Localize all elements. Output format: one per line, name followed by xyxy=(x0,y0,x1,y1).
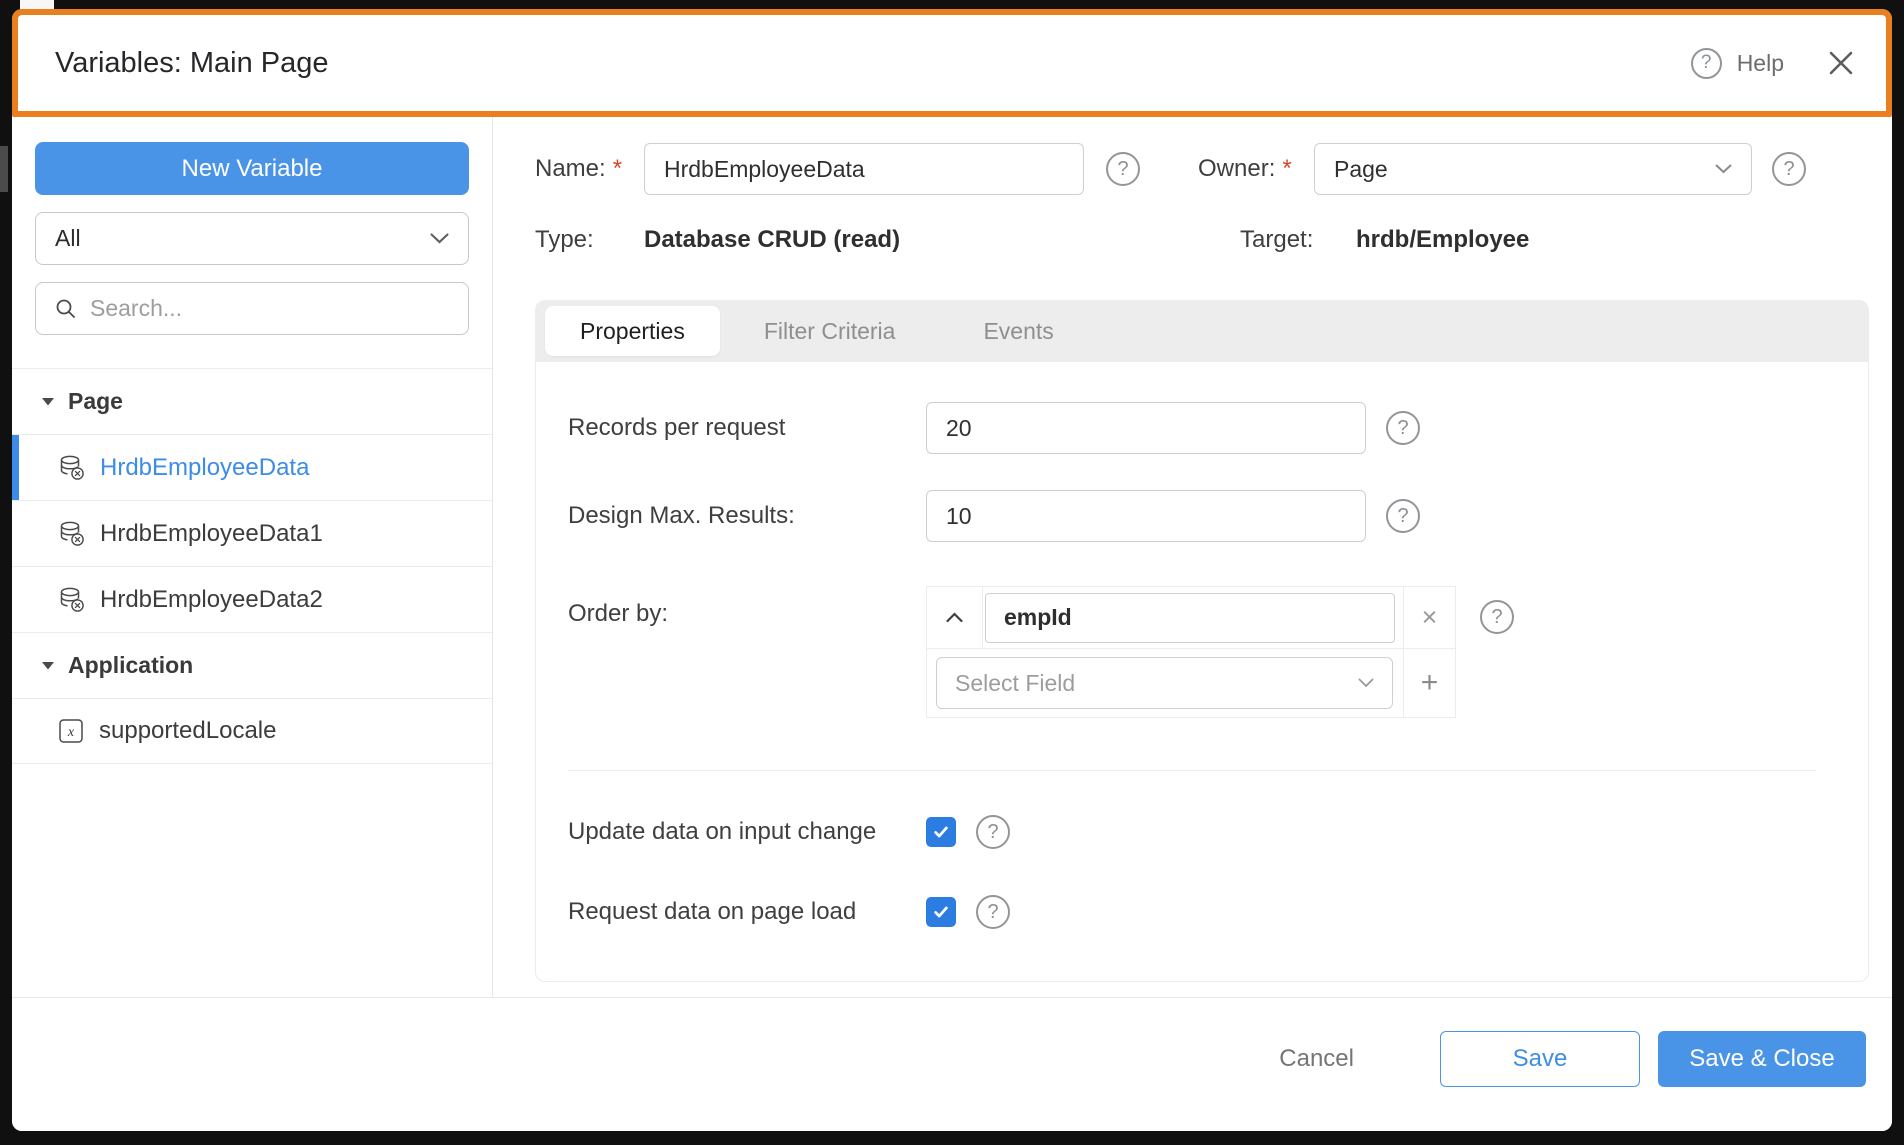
update-data-checkbox[interactable] xyxy=(926,817,956,847)
header-actions: ? Help xyxy=(1690,47,1856,79)
order-by-table: empId × Select Field + xyxy=(926,586,1456,718)
select-field-placeholder: Select Field xyxy=(955,669,1076,696)
variable-list: Page HrdbEmployeeData HrdbEmployeeData1 … xyxy=(12,368,492,764)
design-max-results-label: Design Max. Results: xyxy=(568,502,795,529)
main-panel: Name:* ? Owner:* Page ? Type: Database C… xyxy=(493,117,1892,997)
update-data-row: Update data on input change ? xyxy=(568,815,1838,849)
properties-tab-content: Records per request ? Design Max. Result… xyxy=(535,362,1869,982)
sidebar-item-hrdbemployeedata2[interactable]: HrdbEmployeeData2 xyxy=(12,566,492,632)
sidebar-item-label: supportedLocale xyxy=(99,717,277,744)
tab-events[interactable]: Events xyxy=(939,306,1097,356)
name-owner-row: Name:* ? Owner:* Page ? xyxy=(535,143,1892,195)
request-data-checkbox[interactable] xyxy=(926,897,956,927)
required-marker: * xyxy=(612,155,623,182)
order-by-label: Order by: xyxy=(568,600,669,627)
group-label: Page xyxy=(68,388,123,414)
design-max-results-row: Design Max. Results: ? xyxy=(568,490,1838,542)
database-icon xyxy=(58,520,85,547)
sidebar-item-hrdbemployeedata1[interactable]: HrdbEmployeeData1 xyxy=(12,500,492,566)
search-input[interactable] xyxy=(90,295,449,322)
chevron-down-icon xyxy=(1358,678,1374,688)
name-input[interactable] xyxy=(644,143,1084,195)
help-icon[interactable]: ? xyxy=(1690,47,1722,79)
sidebar-item-label: HrdbEmployeeData xyxy=(100,453,310,481)
type-target-row: Type: Database CRUD (read) Target: hrdb/… xyxy=(535,214,1892,266)
database-icon xyxy=(58,454,85,481)
sidebar: New Variable All Search... Page HrdbEmpl… xyxy=(12,117,493,997)
order-field-value[interactable]: empId xyxy=(985,592,1395,643)
records-per-request-label: Records per request xyxy=(568,414,786,441)
svg-text:x: x xyxy=(67,725,75,740)
sort-ascending-icon[interactable] xyxy=(927,587,983,649)
max-results-help-icon[interactable]: ? xyxy=(1386,499,1420,533)
type-label: Type: xyxy=(535,226,594,253)
name-label: Name: * xyxy=(535,155,623,182)
dialog-title: Variables: Main Page xyxy=(55,46,329,79)
owner-select[interactable]: Page xyxy=(1314,143,1752,195)
background-app-fragment xyxy=(0,146,8,192)
caret-down-icon xyxy=(42,397,54,406)
chevron-down-icon xyxy=(430,233,449,244)
owner-label: Owner: * xyxy=(1198,155,1292,182)
tab-filter-criteria[interactable]: Filter Criteria xyxy=(720,306,940,356)
remove-order-field-icon[interactable]: × xyxy=(1403,587,1455,649)
variables-dialog: Variables: Main Page ? Help New Variable… xyxy=(12,9,1892,1131)
variable-tab-panel: Properties Filter Criteria Events Record… xyxy=(535,300,1869,982)
type-value: Database CRUD (read) xyxy=(644,226,901,253)
group-header-application[interactable]: Application xyxy=(12,632,492,698)
records-help-icon[interactable]: ? xyxy=(1386,411,1420,445)
search-box xyxy=(35,282,469,335)
variable-filter-select[interactable]: All xyxy=(35,212,469,265)
sidebar-item-supportedlocale[interactable]: x supportedLocale xyxy=(12,698,492,764)
records-per-request-input[interactable] xyxy=(926,402,1366,454)
dialog-header: Variables: Main Page ? Help xyxy=(12,9,1892,117)
sidebar-item-label: HrdbEmployeeData1 xyxy=(100,519,323,547)
owner-help-icon[interactable]: ? xyxy=(1772,152,1806,186)
update-data-help-icon[interactable]: ? xyxy=(976,815,1010,849)
target-label: Target: xyxy=(1240,226,1314,253)
add-order-field-button[interactable]: + xyxy=(1403,649,1455,717)
group-label: Application xyxy=(68,652,194,678)
owner-select-value: Page xyxy=(1334,155,1388,182)
save-button[interactable]: Save xyxy=(1440,1030,1640,1087)
order-field-cell: empId xyxy=(983,587,1403,649)
sidebar-controls: New Variable All xyxy=(12,142,492,335)
request-data-label: Request data on page load xyxy=(568,898,857,925)
design-max-results-input[interactable] xyxy=(926,490,1366,542)
search-icon xyxy=(55,298,77,320)
tab-properties[interactable]: Properties xyxy=(545,306,720,356)
order-by-help-icon[interactable]: ? xyxy=(1480,600,1514,634)
caret-down-icon xyxy=(42,661,54,670)
select-field-cell: Select Field xyxy=(927,649,1403,717)
help-label[interactable]: Help xyxy=(1737,50,1784,77)
tab-bar: Properties Filter Criteria Events xyxy=(535,300,1869,362)
order-by-row: Order by: empId × Select Field + ? xyxy=(568,586,1838,718)
variable-filter-value: All xyxy=(55,225,81,251)
request-data-row: Request data on page load ? xyxy=(568,895,1838,929)
variable-icon: x xyxy=(58,718,84,744)
dialog-body: New Variable All Search... Page HrdbEmpl… xyxy=(12,117,1892,997)
request-data-help-icon[interactable]: ? xyxy=(976,895,1010,929)
records-per-request-row: Records per request ? xyxy=(568,402,1838,454)
save-and-close-button[interactable]: Save & Close xyxy=(1658,1030,1866,1087)
required-marker: * xyxy=(1282,155,1292,182)
target-value: hrdb/Employee xyxy=(1356,226,1530,253)
sidebar-item-label: HrdbEmployeeData2 xyxy=(100,585,323,613)
chevron-down-icon xyxy=(1715,164,1732,174)
name-help-icon[interactable]: ? xyxy=(1106,152,1140,186)
group-header-page[interactable]: Page xyxy=(12,368,492,434)
database-icon xyxy=(58,586,85,613)
section-divider xyxy=(568,770,1816,771)
dialog-footer: Cancel Save Save & Close xyxy=(12,997,1892,1131)
select-field-dropdown[interactable]: Select Field xyxy=(936,657,1393,709)
update-data-label: Update data on input change xyxy=(568,818,877,845)
close-icon[interactable] xyxy=(1826,48,1856,78)
new-variable-button[interactable]: New Variable xyxy=(35,142,469,195)
background-app-fragment xyxy=(20,0,54,9)
cancel-button[interactable]: Cancel xyxy=(1279,1045,1354,1073)
sidebar-item-hrdbemployeedata[interactable]: HrdbEmployeeData xyxy=(12,434,492,500)
